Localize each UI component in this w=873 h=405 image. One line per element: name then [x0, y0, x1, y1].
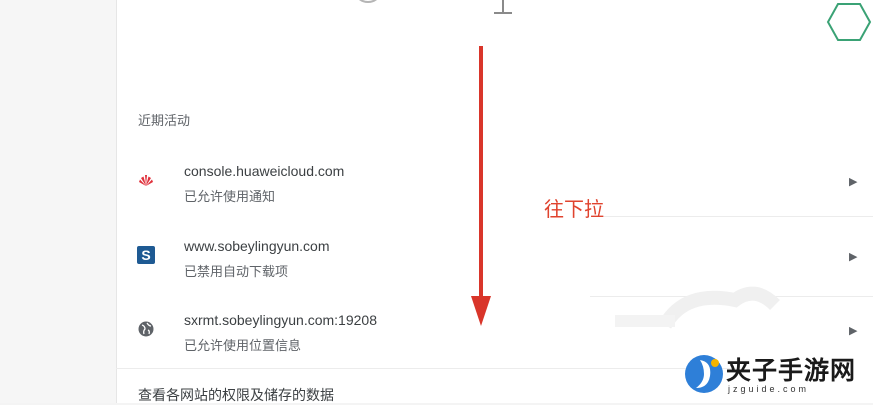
activity-site: www.sobeylingyun.com [184, 238, 330, 254]
globe-icon [138, 321, 154, 337]
site-permissions-link[interactable]: 查看各网站的权限及储存的数据 [138, 385, 334, 405]
huawei-logo-icon [139, 175, 153, 186]
activity-status: 已允许使用通知 [184, 189, 276, 204]
top-pin-icon[interactable] [490, 0, 516, 18]
chevron-right-icon[interactable]: ▶ [849, 250, 857, 263]
activity-status: 已禁用自动下载项 [184, 264, 289, 279]
activity-site: sxrmt.sobeylingyun.com:19208 [184, 312, 377, 328]
scroll-down-annotation: 往下拉 [544, 199, 604, 221]
chevron-right-icon[interactable]: ▶ [849, 324, 857, 337]
watermark-subtext: jzguide.com [728, 384, 810, 394]
watermark-text: 夹子手游网 [726, 356, 857, 385]
recent-activity-heading: 近期活动 [138, 113, 191, 128]
row-divider [116, 368, 736, 369]
left-gutter [0, 0, 116, 403]
watermark-logo-icon [685, 355, 723, 393]
svg-text:S: S [141, 247, 150, 263]
hexagon-icon[interactable] [826, 2, 872, 42]
activity-status: 已允许使用位置信息 [184, 338, 302, 353]
sobey-s-logo-icon: S [137, 246, 155, 264]
activity-site: console.huaweicloud.com [184, 163, 345, 179]
watermark: 夹子手游网 jzguide.com [680, 350, 870, 400]
top-circle-icon[interactable] [350, 0, 386, 6]
scroll-down-arrow-icon [471, 46, 491, 326]
chevron-right-icon[interactable]: ▶ [849, 175, 857, 188]
ghost-overlay [615, 286, 780, 329]
row-divider [600, 216, 873, 217]
